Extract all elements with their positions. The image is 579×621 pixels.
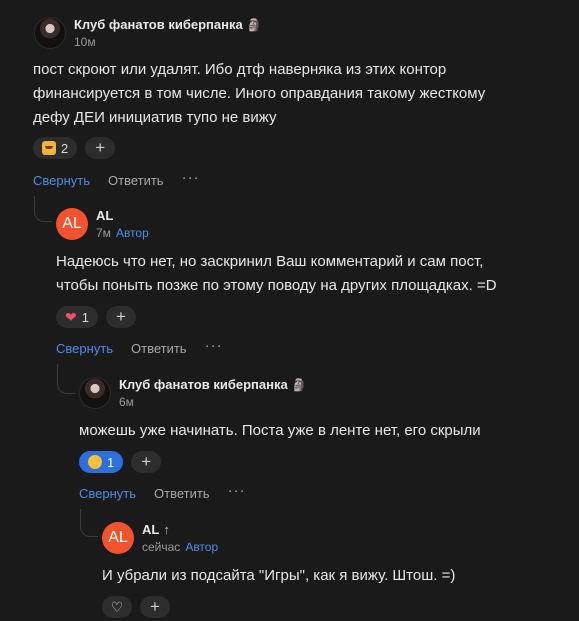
comment-time[interactable]: 10м — [74, 35, 96, 49]
comment-text-line: пост скроют или удалят. Ибо дтф наверняк… — [33, 61, 447, 78]
comment-actions: Свернуть Ответить ··· — [56, 337, 223, 356]
avatar[interactable]: AL — [56, 208, 88, 240]
reaction-pill[interactable]: 2 — [33, 137, 78, 159]
comment-header: Клуб фанатов киберпанка 🗿 6м — [79, 377, 307, 409]
author-name[interactable]: AL — [96, 208, 113, 223]
thread-connector — [57, 364, 75, 394]
comment-text-line: можешь уже начинать. Поста уже в ленте н… — [79, 422, 481, 439]
heart-outline-icon: ♡ — [110, 599, 124, 615]
reply-button[interactable]: Ответить — [154, 486, 210, 501]
thread-connector — [34, 196, 52, 222]
comment-text-line: финансируется в том числе. Иного оправда… — [33, 85, 486, 102]
comment-header: AL AL 7м Автор — [56, 208, 149, 240]
plus-icon: + — [116, 307, 126, 326]
comment-actions: Свернуть Ответить ··· — [79, 482, 246, 501]
reactions-bar: ♡ + — [102, 596, 170, 618]
comment-text-line: Надеюсь что нет, но заскринил Ваш коммен… — [56, 253, 484, 270]
comment-text-line: чтобы поныть позже по этому поводу на др… — [56, 277, 497, 294]
comment-header: Клуб фанатов киберпанка 🗿 10м — [34, 17, 262, 49]
add-reaction-button[interactable]: + — [85, 137, 116, 159]
reply-button[interactable]: Ответить — [131, 341, 187, 356]
collapse-button[interactable]: Свернуть — [79, 486, 136, 501]
author-tag: Автор — [115, 226, 149, 240]
arrow-up-icon[interactable]: ↑ — [163, 522, 170, 537]
comment-time[interactable]: сейчас — [142, 540, 180, 554]
more-options-icon[interactable]: ··· — [205, 337, 223, 354]
author-name[interactable]: AL — [142, 522, 159, 537]
comment-header: AL AL ↑ сейчас Автор — [102, 522, 218, 554]
comment-text-line: И убрали из подсайта "Игры", как я вижу.… — [102, 567, 456, 584]
thread-connector — [80, 509, 98, 537]
more-options-icon[interactable]: ··· — [228, 482, 246, 499]
cat-emoji-icon — [42, 141, 56, 155]
reaction-pill-active[interactable]: 1 — [79, 451, 124, 473]
comment-text: Надеюсь что нет, но заскринил Ваш коммен… — [56, 250, 497, 298]
comment-actions: Свернуть Ответить ··· — [33, 169, 200, 188]
reactions-bar: 2 + — [33, 137, 116, 159]
comment-thread: Клуб фанатов киберпанка 🗿 10м пост скрою… — [0, 0, 579, 621]
moai-icon: 🗿 — [291, 377, 307, 392]
comment-time[interactable]: 6м — [119, 395, 134, 409]
plus-icon: + — [150, 597, 160, 616]
collapse-button[interactable]: Свернуть — [33, 173, 90, 188]
reply-button[interactable]: Ответить — [108, 173, 164, 188]
author-name[interactable]: Клуб фанатов киберпанка — [74, 17, 243, 32]
avatar[interactable]: AL — [102, 522, 134, 554]
more-options-icon[interactable]: ··· — [182, 169, 200, 186]
comment-text: И убрали из подсайта "Игры", как я вижу.… — [102, 564, 455, 588]
reaction-count: 2 — [61, 140, 69, 156]
comment-text: можешь уже начинать. Поста уже в ленте н… — [79, 419, 481, 443]
author-tag: Автор — [185, 540, 219, 554]
reaction-pill[interactable]: ❤ 1 — [56, 306, 98, 328]
reaction-count: 1 — [81, 309, 89, 325]
avatar[interactable] — [79, 377, 111, 409]
reaction-count: 1 — [107, 454, 115, 470]
comment-text-line: дефу ДЕИ инициатив тупо не вижу — [33, 109, 277, 126]
like-button[interactable]: ♡ — [102, 596, 132, 618]
avatar[interactable] — [34, 17, 66, 49]
add-reaction-button[interactable]: + — [131, 451, 162, 473]
heart-icon: ❤ — [65, 309, 77, 325]
add-reaction-button[interactable]: + — [140, 596, 170, 618]
reactions-bar: ❤ 1 + — [56, 306, 136, 328]
comment-text: пост скроют или удалят. Ибо дтф наверняк… — [33, 58, 485, 130]
moai-icon: 🗿 — [246, 17, 262, 32]
comment-time[interactable]: 7м — [96, 226, 111, 240]
collapse-button[interactable]: Свернуть — [56, 341, 113, 356]
reactions-bar: 1 + — [79, 451, 162, 473]
author-name[interactable]: Клуб фанатов киберпанка — [119, 377, 288, 392]
plus-icon: + — [95, 138, 106, 157]
sad-face-emoji-icon — [88, 455, 102, 469]
add-reaction-button[interactable]: + — [105, 306, 136, 328]
plus-icon: + — [141, 452, 152, 471]
